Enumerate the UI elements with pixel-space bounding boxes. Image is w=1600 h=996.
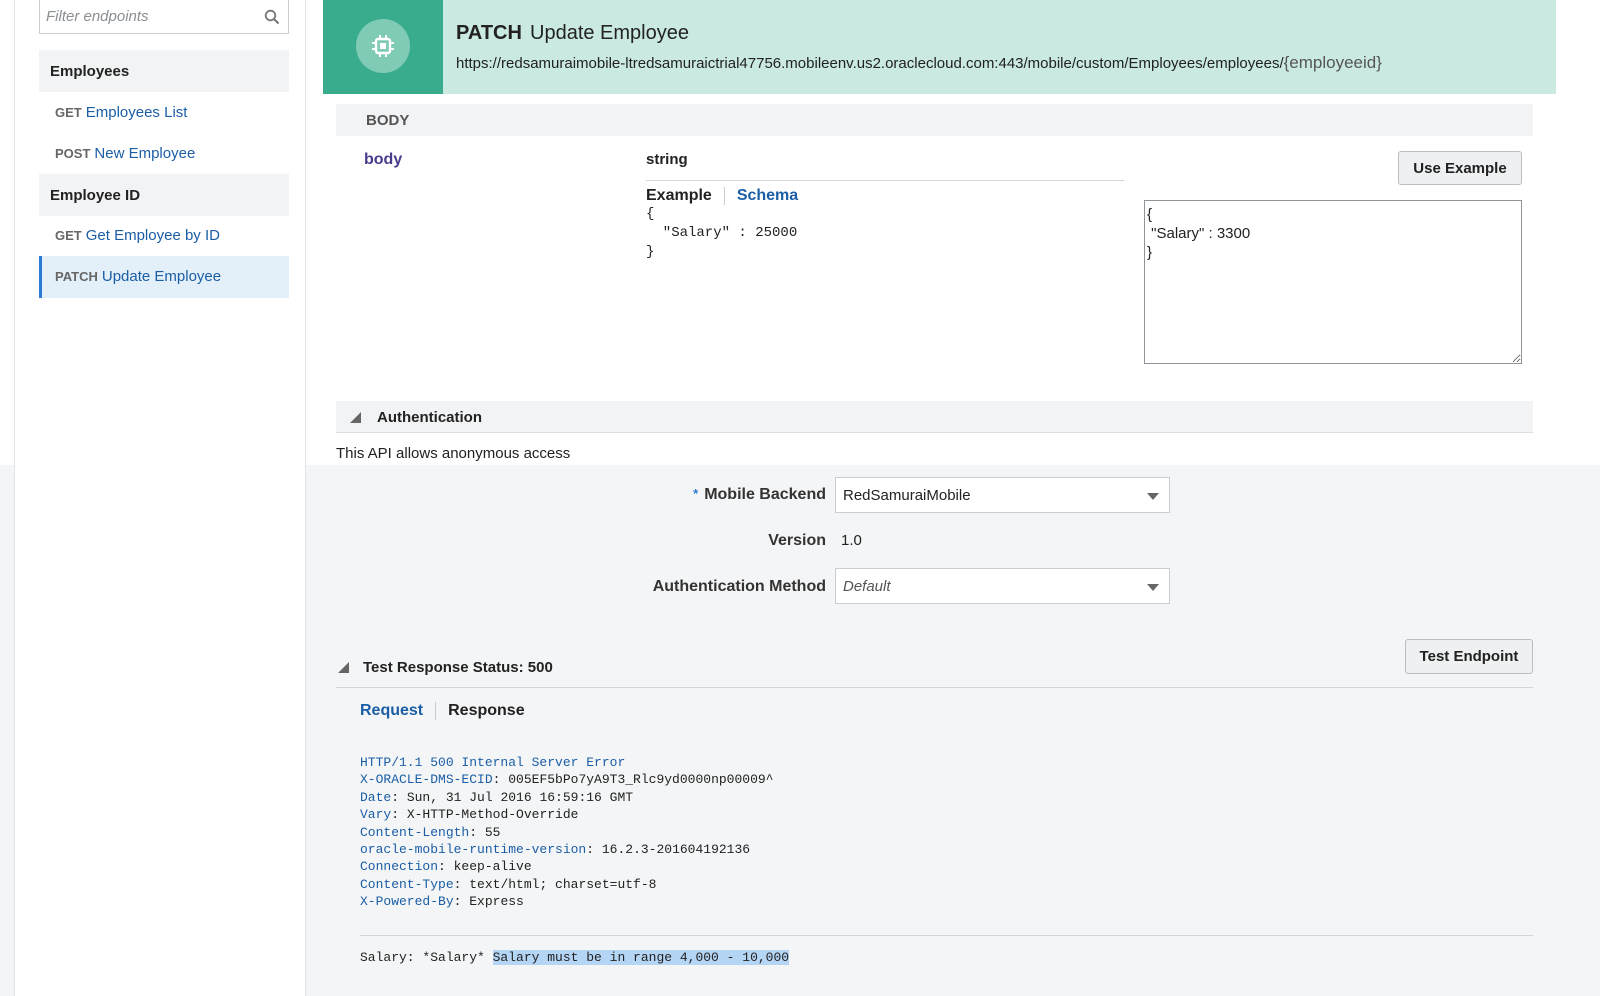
filter-endpoints	[39, 0, 289, 34]
body-section-header: BODY	[336, 104, 1533, 136]
response-header-line: Vary: X-HTTP-Method-Override	[360, 806, 773, 823]
response-header-line: Content-Type: text/html; charset=utf-8	[360, 876, 773, 893]
sidebar-item-new-employee[interactable]: POST New Employee	[39, 133, 289, 175]
response-header-line: Connection: keep-alive	[360, 858, 773, 875]
authentication-label: Authentication	[377, 409, 482, 426]
response-header-value: 005EF5bPo7yA9T3_Rlc9yd0000np00009^	[508, 772, 774, 788]
endpoint-url-path: https://redsamuraimobile-ltredsamuraictr…	[456, 55, 1284, 72]
auth-method-label: Authentication Method	[652, 578, 826, 595]
response-header-key: X-ORACLE-DMS-ECID	[360, 772, 493, 788]
sidebar-item-update-employee[interactable]: PATCH Update Employee	[39, 256, 289, 298]
sidebar-item-employees-list[interactable]: GET Employees List	[39, 92, 289, 134]
response-body-highlight: Salary must be in range 4,000 - 10,000	[492, 950, 790, 965]
body-textarea[interactable]: { "Salary" : 3300 }	[1144, 200, 1522, 364]
request-response-tabs: Request Response	[360, 702, 525, 720]
response-header-value: text/html; charset=utf-8	[469, 876, 657, 892]
response-header-line: X-Powered-By: Express	[360, 893, 773, 910]
response-header-key: Date	[360, 789, 392, 805]
endpoint-header: PATCH Update Employee https://redsamurai…	[323, 0, 1556, 94]
response-header-line: Content-Length: 55	[360, 824, 773, 841]
method-tag: PATCH	[55, 269, 98, 284]
response-header-key: Connection	[360, 859, 439, 875]
response-header-separator: :	[438, 859, 454, 875]
response-header-value: 16.2.3-201604192136	[601, 842, 751, 858]
endpoint-title: Update Employee	[530, 22, 689, 44]
auth-method-select[interactable]: Default	[835, 568, 1170, 604]
authentication-section-header[interactable]: Authentication	[336, 401, 1533, 433]
response-header-key: X-Powered-By	[360, 894, 454, 910]
mobile-backend-value: RedSamuraiMobile	[843, 487, 971, 504]
response-header-separator: :	[391, 807, 407, 823]
example-code: { "Salary" : 25000 }	[646, 206, 798, 260]
mobile-backend-select[interactable]: RedSamuraiMobile	[835, 477, 1170, 513]
response-divider	[360, 935, 1533, 936]
chip-icon	[372, 35, 394, 57]
version-value: 1.0	[841, 532, 862, 549]
endpoint-sidebar: Employees GETEmployees List POSTNew Empl…	[14, 0, 306, 996]
filter-endpoints-input[interactable]	[40, 0, 288, 33]
tab-schema[interactable]: Schema	[725, 187, 798, 205]
tab-response[interactable]: Response	[436, 702, 524, 720]
endpoint-icon-circle	[356, 19, 410, 73]
test-response-header[interactable]: Test Response Status: 500	[336, 655, 1533, 688]
search-icon[interactable]	[264, 9, 280, 25]
endpoint-url: https://redsamuraimobile-ltredsamuraictr…	[456, 53, 1382, 73]
response-header-separator: :	[586, 842, 602, 858]
response-body-prefix: Salary: *Salary*	[360, 950, 493, 965]
sidebar-item-label: Employees List	[85, 104, 188, 121]
example-schema-tabs: Example Schema	[646, 180, 1124, 205]
mobile-backend-label: * Mobile Backend	[693, 486, 826, 504]
chevron-down-icon[interactable]	[1147, 584, 1159, 591]
response-header-separator: :	[469, 824, 485, 840]
response-header-line: oracle-mobile-runtime-version: 16.2.3-20…	[360, 841, 773, 858]
body-param-type: string	[646, 151, 688, 168]
endpoint-url-param: {employeeid}	[1283, 53, 1382, 72]
test-response-status: Test Response Status: 500	[363, 659, 553, 676]
endpoint-icon-tile	[323, 0, 443, 94]
response-body: Salary: *Salary* Salary must be in range…	[360, 950, 790, 965]
auth-method-value: Default	[843, 578, 891, 595]
response-header-key: Content-Length	[360, 824, 470, 840]
method-tag: GET	[55, 105, 82, 120]
anonymous-access-text: This API allows anonymous access	[336, 445, 571, 462]
response-header-key: Content-Type	[360, 876, 454, 892]
collapse-triangle-icon[interactable]	[338, 662, 349, 673]
response-header-value: keep-alive	[453, 859, 532, 875]
response-header-key: oracle-mobile-runtime-version	[360, 842, 587, 858]
method-tag: GET	[55, 228, 82, 243]
response-header-line: X-ORACLE-DMS-ECID: 005EF5bPo7yA9T3_Rlc9y…	[360, 771, 773, 788]
response-header-value: Express	[469, 894, 524, 910]
body-section-label: BODY	[366, 112, 410, 129]
chevron-down-icon[interactable]	[1147, 493, 1159, 500]
response-header-separator: :	[453, 894, 470, 910]
endpoint-method: PATCH	[456, 22, 522, 44]
required-marker: *	[693, 486, 699, 501]
response-header-value: Sun, 31 Jul 2016 16:59:16 GMT	[406, 789, 634, 805]
group-header-employee-id[interactable]: Employee ID	[39, 174, 289, 216]
version-label: Version	[768, 532, 826, 549]
response-header-value: X-HTTP-Method-Override	[406, 807, 579, 823]
collapse-triangle-icon[interactable]	[350, 412, 361, 423]
response-header-key: HTTP/1.1 500 Internal Server Error	[360, 755, 626, 770]
tab-request[interactable]: Request	[360, 702, 437, 720]
response-headers: HTTP/1.1 500 Internal Server Error X-ORAC…	[360, 754, 773, 911]
response-header-key: Vary	[360, 807, 392, 823]
method-tag: POST	[55, 146, 91, 161]
mobile-backend-label-text: Mobile Backend	[704, 486, 826, 503]
response-header-line: Date: Sun, 31 Jul 2016 16:59:16 GMT	[360, 789, 773, 806]
group-header-employees[interactable]: Employees	[39, 50, 289, 92]
sidebar-item-get-employee-by-id[interactable]: GET Get Employee by ID	[39, 215, 289, 257]
body-param-name: body	[364, 151, 403, 168]
sidebar-item-label: New Employee	[94, 145, 196, 162]
response-header-separator: :	[391, 789, 407, 805]
sidebar-item-label: Get Employee by ID	[85, 227, 220, 244]
response-header-line: HTTP/1.1 500 Internal Server Error	[360, 754, 773, 771]
use-example-button[interactable]: Use Example	[1398, 151, 1522, 185]
response-header-value: 55	[484, 824, 501, 840]
response-header-separator: :	[492, 772, 509, 788]
sidebar-item-label: Update Employee	[101, 268, 222, 285]
tab-example[interactable]: Example	[646, 187, 725, 205]
response-header-separator: :	[453, 876, 470, 892]
